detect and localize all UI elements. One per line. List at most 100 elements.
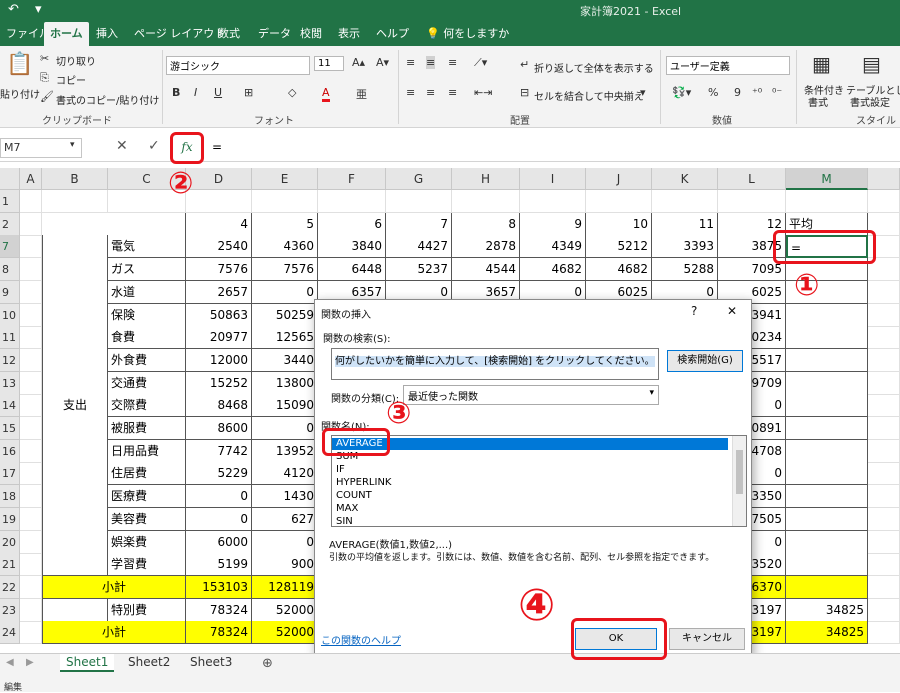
tab-data[interactable]: データ [252, 22, 297, 46]
category-select[interactable]: 最近使った関数 ▾ [403, 385, 659, 405]
cell[interactable] [868, 348, 900, 372]
cell[interactable]: 15252 [186, 371, 252, 395]
grow-font-icon[interactable]: A▴ [352, 56, 365, 69]
cell[interactable]: 7742 [186, 439, 252, 463]
cell[interactable] [868, 280, 900, 304]
cell[interactable] [20, 258, 42, 282]
list-item[interactable]: HYPERLINK [336, 477, 391, 488]
cell[interactable]: 50259 [252, 303, 318, 327]
list-item[interactable]: MAX [336, 503, 358, 514]
column-header-f[interactable]: F [318, 168, 386, 190]
cell[interactable]: 12565 [252, 326, 318, 350]
align-top-icon[interactable]: ≡ [406, 56, 415, 69]
cell[interactable] [20, 235, 42, 259]
cell[interactable] [868, 553, 900, 577]
cell[interactable]: 0 [252, 530, 318, 554]
cell[interactable]: 4120 [252, 462, 318, 486]
cell[interactable] [786, 190, 868, 213]
wrap-text-button[interactable]: 折り返して全体を表示する [534, 60, 654, 75]
cell[interactable]: 2657 [186, 280, 252, 304]
cell[interactable] [868, 485, 900, 509]
conditional-format-icon[interactable]: ▦ [812, 52, 831, 76]
cell[interactable] [786, 553, 868, 577]
cell[interactable]: 4427 [386, 235, 452, 259]
cell[interactable]: 8468 [186, 394, 252, 418]
column-header-e[interactable]: E [252, 168, 318, 190]
increase-decimal-icon[interactable]: ⁺⁰ [752, 86, 762, 99]
cell[interactable] [786, 439, 868, 463]
copy-button[interactable]: コピー [56, 72, 86, 87]
help-icon[interactable]: ? [691, 304, 697, 318]
select-all-corner[interactable] [0, 168, 20, 190]
list-item[interactable]: COUNT [336, 490, 372, 501]
row-header[interactable]: 8 [0, 258, 20, 282]
cell[interactable] [252, 190, 318, 213]
cell[interactable]: 12000 [186, 348, 252, 372]
row-header[interactable]: 12 [0, 348, 20, 372]
column-header-d[interactable]: D [186, 168, 252, 190]
row-header[interactable]: 1 [0, 190, 20, 213]
cell[interactable]: 5237 [386, 258, 452, 282]
cell[interactable] [868, 507, 900, 531]
cell[interactable]: 4349 [520, 235, 586, 259]
cell[interactable]: 4 [186, 212, 252, 236]
row-header[interactable]: 16 [0, 439, 20, 463]
cell[interactable] [786, 348, 868, 372]
cell[interactable] [20, 485, 42, 509]
cell[interactable]: 7576 [186, 258, 252, 282]
cell[interactable] [786, 303, 868, 327]
cell[interactable] [786, 530, 868, 554]
row-header[interactable]: 24 [0, 621, 20, 645]
cell[interactable]: 10 [586, 212, 652, 236]
cell[interactable]: 52000 [252, 598, 318, 622]
cell[interactable] [520, 190, 586, 213]
cell[interactable]: 8600 [186, 417, 252, 440]
cell[interactable]: 9 [520, 212, 586, 236]
row-header[interactable]: 11 [0, 326, 20, 350]
format-painter-button[interactable]: 書式のコピー/貼り付け [56, 92, 159, 107]
font-size-select[interactable]: 11 [314, 56, 344, 71]
decrease-decimal-icon[interactable]: ⁰⁻ [772, 86, 782, 99]
align-middle-icon[interactable]: ≡ [426, 56, 436, 69]
fill-color-icon[interactable]: ◇ [288, 86, 296, 99]
cell[interactable]: 13800 [252, 371, 318, 395]
cell[interactable] [868, 371, 900, 395]
row-label-cell[interactable]: 美容費 [108, 507, 186, 531]
row-header[interactable]: 2 [0, 212, 20, 236]
cell[interactable]: 3840 [318, 235, 386, 259]
currency-icon[interactable]: 💱▾ [672, 86, 691, 99]
column-header-h[interactable]: H [452, 168, 520, 190]
row-label-cell[interactable]: 小計 [42, 575, 186, 599]
cell[interactable] [786, 507, 868, 531]
row-label-cell[interactable]: 被服費 [108, 417, 186, 440]
column-header-a[interactable]: A [20, 168, 42, 190]
column-header-g[interactable]: G [386, 168, 452, 190]
cell[interactable]: 4544 [452, 258, 520, 282]
cell[interactable]: 15090 [252, 394, 318, 418]
clipboard-icon[interactable]: 📋 [6, 52, 33, 77]
cell[interactable]: 52000 [252, 621, 318, 645]
cell[interactable] [868, 417, 900, 440]
row-label-cell[interactable]: 食費 [108, 326, 186, 350]
tab-home[interactable]: ホーム [44, 22, 89, 46]
cell[interactable] [868, 530, 900, 554]
sheet-tab-sheet3[interactable]: Sheet3 [184, 654, 238, 672]
cell[interactable] [718, 190, 786, 213]
cell[interactable]: 5229 [186, 462, 252, 486]
tab-scroll-left-icon[interactable]: ◀ [6, 657, 14, 668]
sheet-tab-sheet2[interactable]: Sheet2 [122, 654, 176, 672]
tab-formulas[interactable]: 数式 [212, 22, 246, 46]
underline-button[interactable]: U [214, 86, 222, 99]
cell[interactable] [20, 598, 42, 622]
cell[interactable] [868, 575, 900, 599]
search-button[interactable]: 検索開始(G) [667, 350, 743, 372]
row-label-cell[interactable]: 小計 [42, 621, 186, 645]
phonetic-button[interactable]: 亜 [356, 86, 367, 102]
cell[interactable] [20, 190, 42, 213]
cell[interactable] [452, 190, 520, 213]
align-bottom-icon[interactable]: ≡ [448, 56, 457, 69]
cell[interactable] [786, 462, 868, 486]
cell[interactable] [786, 485, 868, 509]
tab-scroll-right-icon[interactable]: ▶ [26, 657, 34, 668]
list-item[interactable]: IF [336, 464, 345, 475]
